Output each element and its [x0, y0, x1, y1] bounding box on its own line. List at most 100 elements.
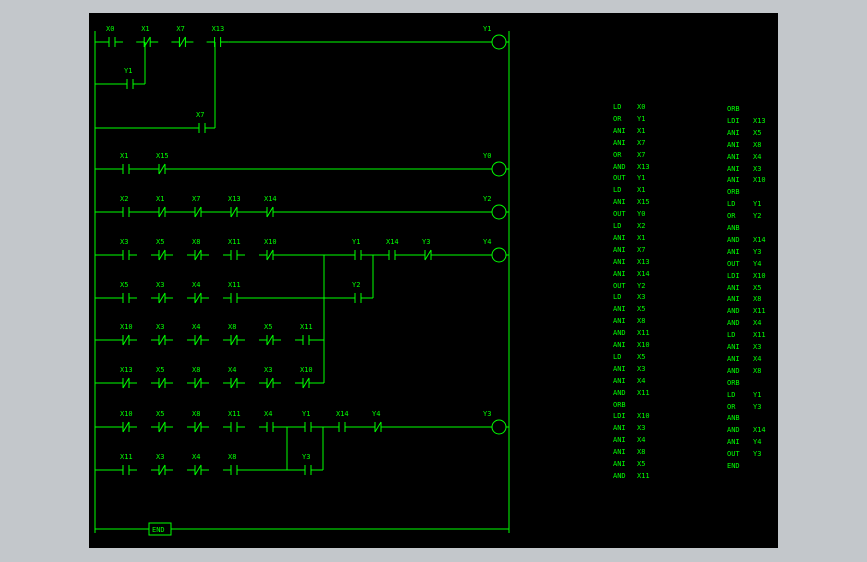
instruction-arg: X8	[637, 448, 646, 457]
instruction-arg: X8	[753, 366, 762, 375]
instruction-arg: Y4	[753, 259, 762, 268]
instruction-op: LDI	[613, 412, 626, 421]
contact-label: X8	[228, 453, 236, 461]
contact-slash	[158, 421, 166, 433]
instruction-op: ORB	[727, 105, 740, 113]
contact-label: X11	[120, 453, 133, 461]
instruction-op: AND	[727, 426, 740, 435]
instruction-arg: Y3	[753, 450, 762, 459]
instruction-op: LD	[613, 293, 622, 302]
instruction-op: LDI	[727, 271, 740, 280]
contact-label: X13	[228, 195, 241, 203]
instruction-arg: Y0	[637, 210, 646, 219]
instruction-arg: X10	[637, 412, 650, 421]
instruction-op: ANI	[613, 364, 626, 373]
contact-label: X5	[264, 323, 272, 331]
instruction-arg: X5	[753, 128, 762, 137]
instruction-op: ANI	[613, 448, 626, 457]
contact-label: X14	[336, 410, 349, 418]
instruction-arg: Y2	[753, 212, 762, 221]
instruction-op: LD	[613, 352, 622, 361]
contact-label: X11	[228, 410, 241, 418]
contact-slash	[158, 163, 166, 175]
instruction-arg: X14	[637, 269, 650, 278]
instruction-op: ORB	[613, 400, 626, 409]
contact-slash	[194, 377, 202, 389]
instruction-arg: Y1	[753, 390, 762, 399]
ladder-diagram: X0 X1 X7 X13 Y1 Y1 X7 X1 X15 Y0 X2 X1 X7 X13 X14 Y2 X3 X5…	[94, 25, 510, 536]
instruction-arg: X4	[637, 436, 646, 445]
instruction-op: ANI	[727, 164, 740, 173]
instruction-op: ANI	[727, 295, 740, 304]
instruction-arg: X5	[753, 283, 762, 292]
instruction-arg: X8	[637, 317, 646, 326]
contact-slash	[158, 249, 166, 261]
contact-slash	[230, 377, 238, 389]
contact-slash	[230, 206, 238, 218]
instruction-op: ANI	[613, 233, 626, 242]
instruction-arg: X5	[637, 352, 646, 361]
end-label: END	[152, 526, 165, 534]
contact-label: X3	[156, 281, 164, 289]
instruction-op: ANI	[613, 460, 626, 468]
instruction-arg: X7	[637, 150, 646, 159]
instruction-arg: Y4	[753, 438, 762, 447]
contact-label: X8	[192, 366, 200, 374]
instruction-arg: X3	[753, 164, 762, 173]
instruction-op: AND	[727, 307, 740, 316]
contact-slash	[122, 334, 130, 346]
instruction-arg: X13	[637, 257, 650, 266]
instruction-op: OR	[613, 114, 622, 123]
instruction-op: ANI	[727, 343, 740, 351]
contact-label: X13	[120, 366, 133, 374]
instruction-op: ANI	[613, 245, 626, 254]
instruction-arg: Y1	[637, 114, 646, 123]
coil-label: Y3	[483, 410, 491, 418]
contact-label: X8	[228, 323, 236, 331]
contact-label: Y1	[124, 67, 132, 75]
instruction-op: ANI	[727, 354, 740, 363]
contact-label: Y3	[422, 238, 430, 246]
contact-label: X15	[156, 152, 169, 160]
instruction-arg: Y1	[753, 200, 762, 209]
contact-label: X5	[156, 410, 164, 418]
contact-slash	[266, 334, 274, 346]
contact-label: X5	[120, 281, 128, 289]
instruction-arg: X13	[753, 116, 766, 125]
instruction-op: ANI	[727, 283, 740, 292]
instruction-op: ANI	[613, 198, 626, 207]
instruction-arg: X3	[753, 343, 762, 351]
contact-label: Y1	[352, 238, 360, 246]
contact-label: X4	[192, 323, 200, 331]
contact-label: X2	[120, 195, 128, 203]
instruction-arg: X3	[637, 424, 646, 433]
instruction-arg: X1	[637, 126, 646, 135]
instruction-arg: Y2	[637, 281, 646, 290]
contact-label: X5	[156, 366, 164, 374]
contact-slash	[122, 421, 130, 433]
contact-slash	[194, 249, 202, 261]
contact-slash	[122, 377, 130, 389]
instruction-arg: X15	[637, 198, 650, 207]
contact-slash	[158, 334, 166, 346]
instruction-op: LD	[727, 390, 736, 399]
drawing-canvas: X0 X1 X7 X13 Y1 Y1 X7 X1 X15 Y0 X2 X1 X7 X13 X14 Y2 X3 X5…	[89, 13, 778, 548]
instruction-op: END	[727, 462, 740, 470]
instruction-op: AND	[613, 162, 626, 171]
instruction-op: LDI	[727, 116, 740, 125]
contact-label: X4	[228, 366, 236, 374]
instruction-arg: Y3	[753, 402, 762, 411]
contact-slash	[194, 464, 202, 476]
instruction-op: AND	[727, 235, 740, 244]
instruction-op: ANB	[727, 414, 740, 423]
instruction-arg: X13	[637, 162, 650, 171]
contact-label: X10	[264, 238, 277, 246]
instruction-op: OR	[727, 402, 736, 411]
instruction-op: ANI	[613, 341, 626, 349]
contact-label: X4	[192, 281, 200, 289]
contact-label: X7	[176, 25, 184, 33]
contact-label: X3	[156, 323, 164, 331]
instruction-arg: X11	[753, 331, 766, 340]
instruction-arg: Y1	[637, 174, 646, 183]
coil	[491, 247, 507, 263]
